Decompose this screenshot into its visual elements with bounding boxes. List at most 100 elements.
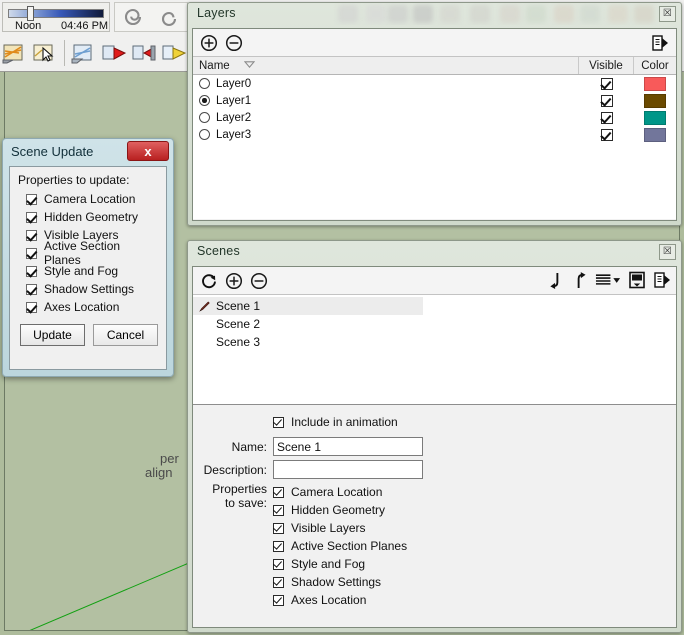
active-layer-radio[interactable] bbox=[199, 112, 210, 123]
section-cut-right-icon[interactable] bbox=[99, 38, 127, 68]
column-header-color[interactable]: Color bbox=[634, 57, 676, 74]
scene-name-input[interactable] bbox=[273, 437, 423, 456]
scene-update-property-checkbox[interactable] bbox=[26, 229, 37, 241]
scene-property-row[interactable]: Visible Layers bbox=[273, 519, 676, 537]
scene-thumbnail-view-icon[interactable] bbox=[627, 269, 647, 291]
layer-color-cell[interactable] bbox=[634, 76, 676, 91]
scene-property-row[interactable]: Camera Location bbox=[273, 483, 676, 501]
scene-update-property-row[interactable]: Hidden Geometry bbox=[18, 208, 158, 226]
scene-description-input[interactable] bbox=[273, 460, 423, 479]
layer-visible-checkbox[interactable] bbox=[600, 128, 613, 141]
scenes-panel[interactable]: Scenes ☒ Scene 1 Scene 2 Scene 3 Include… bbox=[187, 240, 682, 633]
layer-row[interactable]: Layer1 bbox=[193, 92, 676, 109]
section-plane-icon[interactable] bbox=[69, 38, 97, 68]
scene-update-property-row[interactable]: Active Section Planes bbox=[18, 239, 158, 267]
scene-property-row[interactable]: Shadow Settings bbox=[273, 573, 676, 591]
layer-row[interactable]: Layer0 bbox=[193, 75, 676, 92]
layer-visible-cell[interactable] bbox=[579, 128, 634, 141]
layers-list[interactable]: Layer0 Layer1 Layer2 Layer3 bbox=[193, 75, 676, 219]
scene-list-item[interactable]: Scene 2 bbox=[193, 315, 676, 333]
layer-row[interactable]: Layer3 bbox=[193, 126, 676, 143]
display-shadows-icon[interactable] bbox=[0, 38, 28, 68]
layer-name-cell[interactable]: Layer3 bbox=[193, 129, 579, 141]
scene-update-property-row[interactable]: Axes Location bbox=[18, 298, 158, 316]
spiral-large-icon[interactable] bbox=[120, 5, 146, 29]
column-header-visible[interactable]: Visible bbox=[579, 57, 634, 74]
scene-update-property-checkbox[interactable] bbox=[26, 247, 37, 259]
shadow-settings-cursor-icon[interactable] bbox=[30, 38, 58, 68]
scene-update-property-checkbox[interactable] bbox=[26, 211, 37, 223]
scene-update-dialog[interactable]: Scene Update x Properties to update: Cam… bbox=[2, 138, 174, 377]
layers-panel[interactable]: Layers ☒ Name Visible Color Layer0 Layer… bbox=[187, 2, 682, 226]
scene-update-titlebar[interactable]: Scene Update x bbox=[3, 139, 173, 165]
scene-update-property-checkbox[interactable] bbox=[26, 301, 37, 313]
scene-property-row[interactable]: Axes Location bbox=[273, 591, 676, 609]
scene-update-property-checkbox[interactable] bbox=[26, 265, 37, 277]
layer-visible-cell[interactable] bbox=[579, 111, 634, 124]
close-icon[interactable]: ☒ bbox=[659, 244, 676, 260]
include-in-animation-checkbox[interactable] bbox=[273, 416, 284, 428]
move-scene-down-icon[interactable] bbox=[545, 269, 565, 291]
layer-name-cell[interactable]: Layer0 bbox=[193, 78, 579, 90]
scene-property-row[interactable]: Hidden Geometry bbox=[273, 501, 676, 519]
scene-update-property-checkbox[interactable] bbox=[26, 283, 37, 295]
scene-property-checkbox[interactable] bbox=[273, 558, 284, 570]
close-icon[interactable]: ☒ bbox=[659, 6, 676, 22]
layer-color-swatch[interactable] bbox=[644, 127, 666, 142]
scenes-list[interactable]: Scene 1 Scene 2 Scene 3 bbox=[193, 295, 676, 405]
close-label: x bbox=[144, 143, 152, 159]
scene-update-property-row[interactable]: Shadow Settings bbox=[18, 280, 158, 298]
layer-visible-cell[interactable] bbox=[579, 77, 634, 90]
shadow-time-slider-group[interactable]: Noon 04:46 PM bbox=[2, 2, 110, 32]
scene-update-title: Scene Update bbox=[11, 144, 94, 159]
layer-visible-cell[interactable] bbox=[579, 94, 634, 107]
column-header-name[interactable]: Name bbox=[193, 57, 579, 74]
cancel-button[interactable]: Cancel bbox=[93, 324, 158, 346]
layer-color-cell[interactable] bbox=[634, 127, 676, 142]
active-layer-radio[interactable] bbox=[199, 78, 210, 89]
scene-property-row[interactable]: Style and Fog bbox=[273, 555, 676, 573]
layer-visible-checkbox[interactable] bbox=[600, 94, 613, 107]
layers-panel-titlebar[interactable]: Layers ☒ bbox=[188, 3, 681, 25]
scene-property-checkbox[interactable] bbox=[273, 540, 284, 552]
layer-name-cell[interactable]: Layer2 bbox=[193, 112, 579, 124]
active-layer-radio[interactable] bbox=[199, 129, 210, 140]
scene-property-checkbox[interactable] bbox=[273, 504, 284, 516]
scene-update-property-row[interactable]: Camera Location bbox=[18, 190, 158, 208]
scene-property-checkbox[interactable] bbox=[273, 486, 284, 498]
scene-property-checkbox[interactable] bbox=[273, 576, 284, 588]
layer-name-cell[interactable]: Layer1 bbox=[193, 95, 579, 107]
layer-color-cell[interactable] bbox=[634, 93, 676, 108]
layer-color-cell[interactable] bbox=[634, 110, 676, 125]
layer-color-swatch[interactable] bbox=[644, 76, 666, 91]
spiral-small-icon[interactable] bbox=[156, 5, 182, 29]
section-fill-icon[interactable] bbox=[160, 38, 188, 68]
layers-flyout-menu-icon[interactable] bbox=[650, 33, 670, 53]
add-layer-icon[interactable] bbox=[199, 33, 219, 53]
update-scene-icon[interactable] bbox=[199, 271, 219, 291]
move-scene-up-icon[interactable] bbox=[570, 269, 590, 291]
layer-color-swatch[interactable] bbox=[644, 110, 666, 125]
scene-list-item[interactable]: Scene 1 bbox=[193, 297, 423, 315]
layer-visible-checkbox[interactable] bbox=[600, 77, 613, 90]
add-scene-icon[interactable] bbox=[224, 271, 244, 291]
scene-property-row[interactable]: Active Section Planes bbox=[273, 537, 676, 555]
scene-property-checkbox[interactable] bbox=[273, 594, 284, 606]
include-in-animation-row[interactable]: Include in animation bbox=[273, 413, 676, 431]
shadow-time-slider-track[interactable] bbox=[8, 9, 104, 18]
scenes-panel-titlebar[interactable]: Scenes ☒ bbox=[188, 241, 681, 263]
active-layer-radio[interactable] bbox=[199, 95, 210, 106]
scenes-flyout-menu-icon[interactable] bbox=[652, 269, 672, 291]
update-button[interactable]: Update bbox=[20, 324, 85, 346]
scene-update-property-checkbox[interactable] bbox=[26, 193, 37, 205]
close-icon[interactable]: x bbox=[127, 141, 169, 161]
layer-color-swatch[interactable] bbox=[644, 93, 666, 108]
view-options-dropdown-icon[interactable] bbox=[595, 269, 622, 291]
scene-property-checkbox[interactable] bbox=[273, 522, 284, 534]
remove-layer-icon[interactable] bbox=[224, 33, 244, 53]
scene-list-item[interactable]: Scene 3 bbox=[193, 333, 676, 351]
remove-scene-icon[interactable] bbox=[249, 271, 269, 291]
layer-row[interactable]: Layer2 bbox=[193, 109, 676, 126]
section-cut-left-icon[interactable] bbox=[130, 38, 158, 68]
layer-visible-checkbox[interactable] bbox=[600, 111, 613, 124]
